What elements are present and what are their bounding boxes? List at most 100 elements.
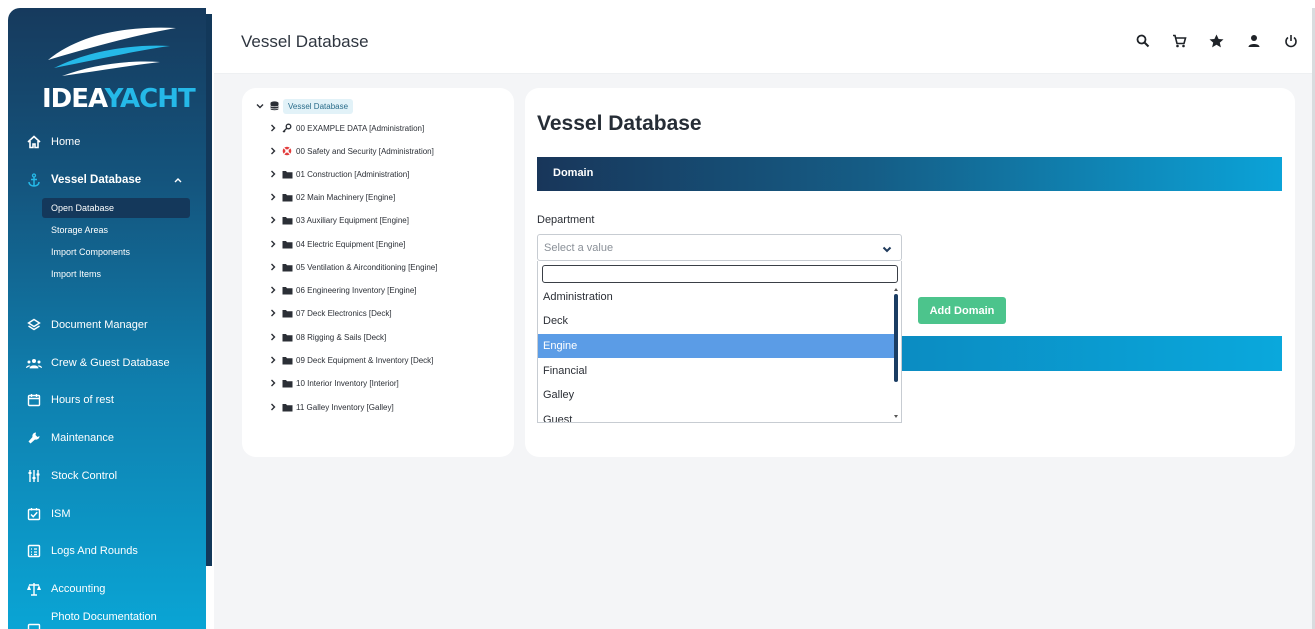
photo-icon (26, 621, 42, 629)
sidebar-item-vessel-database[interactable]: Vessel Database (26, 169, 182, 191)
tree-node[interactable]: 00 EXAMPLE DATA [Administration] (270, 121, 424, 135)
scroll-up-arrow-icon[interactable] (894, 288, 898, 291)
chevron-right-icon[interactable] (270, 170, 279, 178)
tree-root-label[interactable]: Vessel Database (283, 98, 354, 114)
layers-icon (26, 317, 42, 333)
chevron-right-icon[interactable] (270, 379, 279, 387)
sidebar-item-maintenance[interactable]: Maintenance (26, 427, 114, 449)
folder-icon (282, 379, 293, 388)
sidebar-item-label: Hours of rest (51, 394, 114, 406)
tree-node-label: 01 Construction [Administration] (296, 169, 410, 179)
tree-node-label: 09 Deck Equipment & Inventory [Deck] (296, 355, 434, 365)
dropdown-option[interactable]: Deck (538, 309, 894, 333)
chevron-right-icon[interactable] (270, 240, 279, 248)
wrench-icon (26, 430, 42, 446)
dropdown-scroll-thumb[interactable] (894, 294, 898, 382)
chevron-right-icon[interactable] (270, 263, 279, 271)
select-placeholder: Select a value (544, 242, 614, 254)
chevron-right-icon[interactable] (270, 309, 279, 317)
cart-icon[interactable] (1171, 32, 1188, 49)
dropdown-option[interactable]: Galley (538, 383, 894, 407)
tree-root[interactable]: Vessel Database (256, 98, 354, 114)
yacht-logo-icon (48, 27, 176, 76)
top-header: Vessel Database (214, 8, 1315, 74)
header-toolbar (1134, 32, 1299, 49)
dropdown-option[interactable]: Administration (538, 285, 894, 309)
sidebar-item-home[interactable]: Home (26, 131, 80, 153)
sidebar-item-hours-of-rest[interactable]: Hours of rest (26, 389, 114, 411)
tree-node-label: 10 Interior Inventory [Interior] (296, 378, 399, 388)
sidebar-subitem-open-database[interactable]: Open Database (42, 198, 190, 218)
sidebar-item-stock-control[interactable]: Stock Control (26, 465, 117, 487)
chevron-right-icon[interactable] (270, 333, 279, 341)
page-title: Vessel Database (241, 32, 369, 51)
department-dropdown: Administration Deck Engine Financial Gal… (537, 261, 902, 423)
tree-node[interactable]: 01 Construction [Administration] (270, 167, 409, 181)
chevron-right-icon[interactable] (270, 216, 279, 224)
sidebar-item-logs-and-rounds[interactable]: Logs And Rounds (26, 540, 138, 562)
chevron-right-icon[interactable] (270, 193, 279, 201)
tree-node[interactable]: 02 Main Machinery [Engine] (270, 190, 395, 204)
folder-icon (282, 193, 293, 202)
dropdown-option[interactable]: Guest (538, 408, 894, 422)
add-domain-button[interactable]: Add Domain (918, 297, 1006, 324)
tree-node[interactable]: 09 Deck Equipment & Inventory [Deck] (270, 353, 433, 367)
sidebar-item-label: Photo Documentation (51, 611, 157, 623)
dropdown-option-highlighted[interactable]: Engine (538, 334, 894, 358)
tree-node[interactable]: 04 Electric Equipment [Engine] (270, 237, 405, 251)
clipboard-icon (26, 543, 42, 559)
chevron-right-icon[interactable] (270, 403, 279, 411)
tree-node[interactable]: 05 Ventilation & Airconditioning [Engine… (270, 260, 437, 274)
tree-node[interactable]: 00 Safety and Security [Administration] (270, 144, 434, 158)
brand-wordmark: IDEAYACHT (42, 84, 196, 114)
department-select[interactable]: Select a value (537, 234, 902, 261)
power-icon[interactable] (1282, 32, 1299, 49)
sidebar-scrollbar[interactable] (206, 14, 212, 566)
tree-node[interactable]: 10 Interior Inventory [Interior] (270, 376, 399, 390)
tree-node-label: 08 Rigging & Sails [Deck] (296, 332, 387, 342)
dropdown-option[interactable]: Financial (538, 359, 894, 383)
tree-node-label: 06 Engineering Inventory [Engine] (296, 285, 417, 295)
sidebar-item-photo-documentation[interactable]: Photo Documentation (26, 611, 157, 629)
chevron-right-icon[interactable] (270, 356, 279, 364)
sidebar-subitem-import-items[interactable]: Import Items (42, 264, 190, 284)
tree-node-label: 07 Deck Electronics [Deck] (296, 308, 392, 318)
tree-node[interactable]: 03 Auxiliary Equipment [Engine] (270, 213, 409, 227)
dropdown-search-input[interactable] (542, 265, 898, 283)
chevron-right-icon[interactable] (270, 124, 279, 132)
search-icon[interactable] (1134, 32, 1151, 49)
lifebuoy-icon (282, 146, 293, 156)
folder-icon (282, 356, 293, 365)
tree-node[interactable]: 11 Galley Inventory [Galley] (270, 400, 394, 414)
user-icon[interactable] (1245, 32, 1262, 49)
domain-section-header: Domain (537, 157, 1282, 191)
checkbox-icon (26, 506, 42, 522)
star-icon[interactable] (1208, 32, 1225, 49)
chevron-down-icon[interactable] (256, 103, 266, 109)
sidebar-item-ism[interactable]: ISM (26, 503, 71, 525)
sidebar-item-label: Logs And Rounds (51, 545, 138, 557)
scroll-down-arrow-icon[interactable] (894, 415, 898, 418)
scales-icon (26, 581, 42, 597)
brand-logo[interactable]: IDEAYACHT (42, 22, 196, 117)
sidebar-item-label: Vessel Database (51, 174, 142, 186)
sidebar-subitem-storage-areas[interactable]: Storage Areas (42, 220, 190, 240)
sidebar-item-accounting[interactable]: Accounting (26, 578, 105, 600)
sidebar-item-label: Document Manager (51, 319, 148, 331)
key-icon (282, 123, 293, 133)
section-header-bar (900, 336, 1282, 371)
chevron-down-icon (882, 244, 892, 256)
folder-icon (282, 403, 293, 412)
sidebar-item-document-manager[interactable]: Document Manager (26, 314, 148, 336)
chevron-right-icon[interactable] (270, 286, 279, 294)
sliders-icon (26, 468, 42, 484)
sidebar-item-crew-guest-database[interactable]: Crew & Guest Database (26, 352, 170, 374)
sidebar-subitem-import-components[interactable]: Import Components (42, 242, 190, 262)
sidebar-item-label: Maintenance (51, 432, 114, 444)
tree-node[interactable]: 08 Rigging & Sails [Deck] (270, 330, 386, 344)
chevron-right-icon[interactable] (270, 147, 279, 155)
sidebar-item-label: Home (51, 136, 81, 148)
tree-node[interactable]: 07 Deck Electronics [Deck] (270, 306, 392, 320)
tree-node[interactable]: 06 Engineering Inventory [Engine] (270, 283, 417, 297)
home-icon (26, 134, 42, 150)
